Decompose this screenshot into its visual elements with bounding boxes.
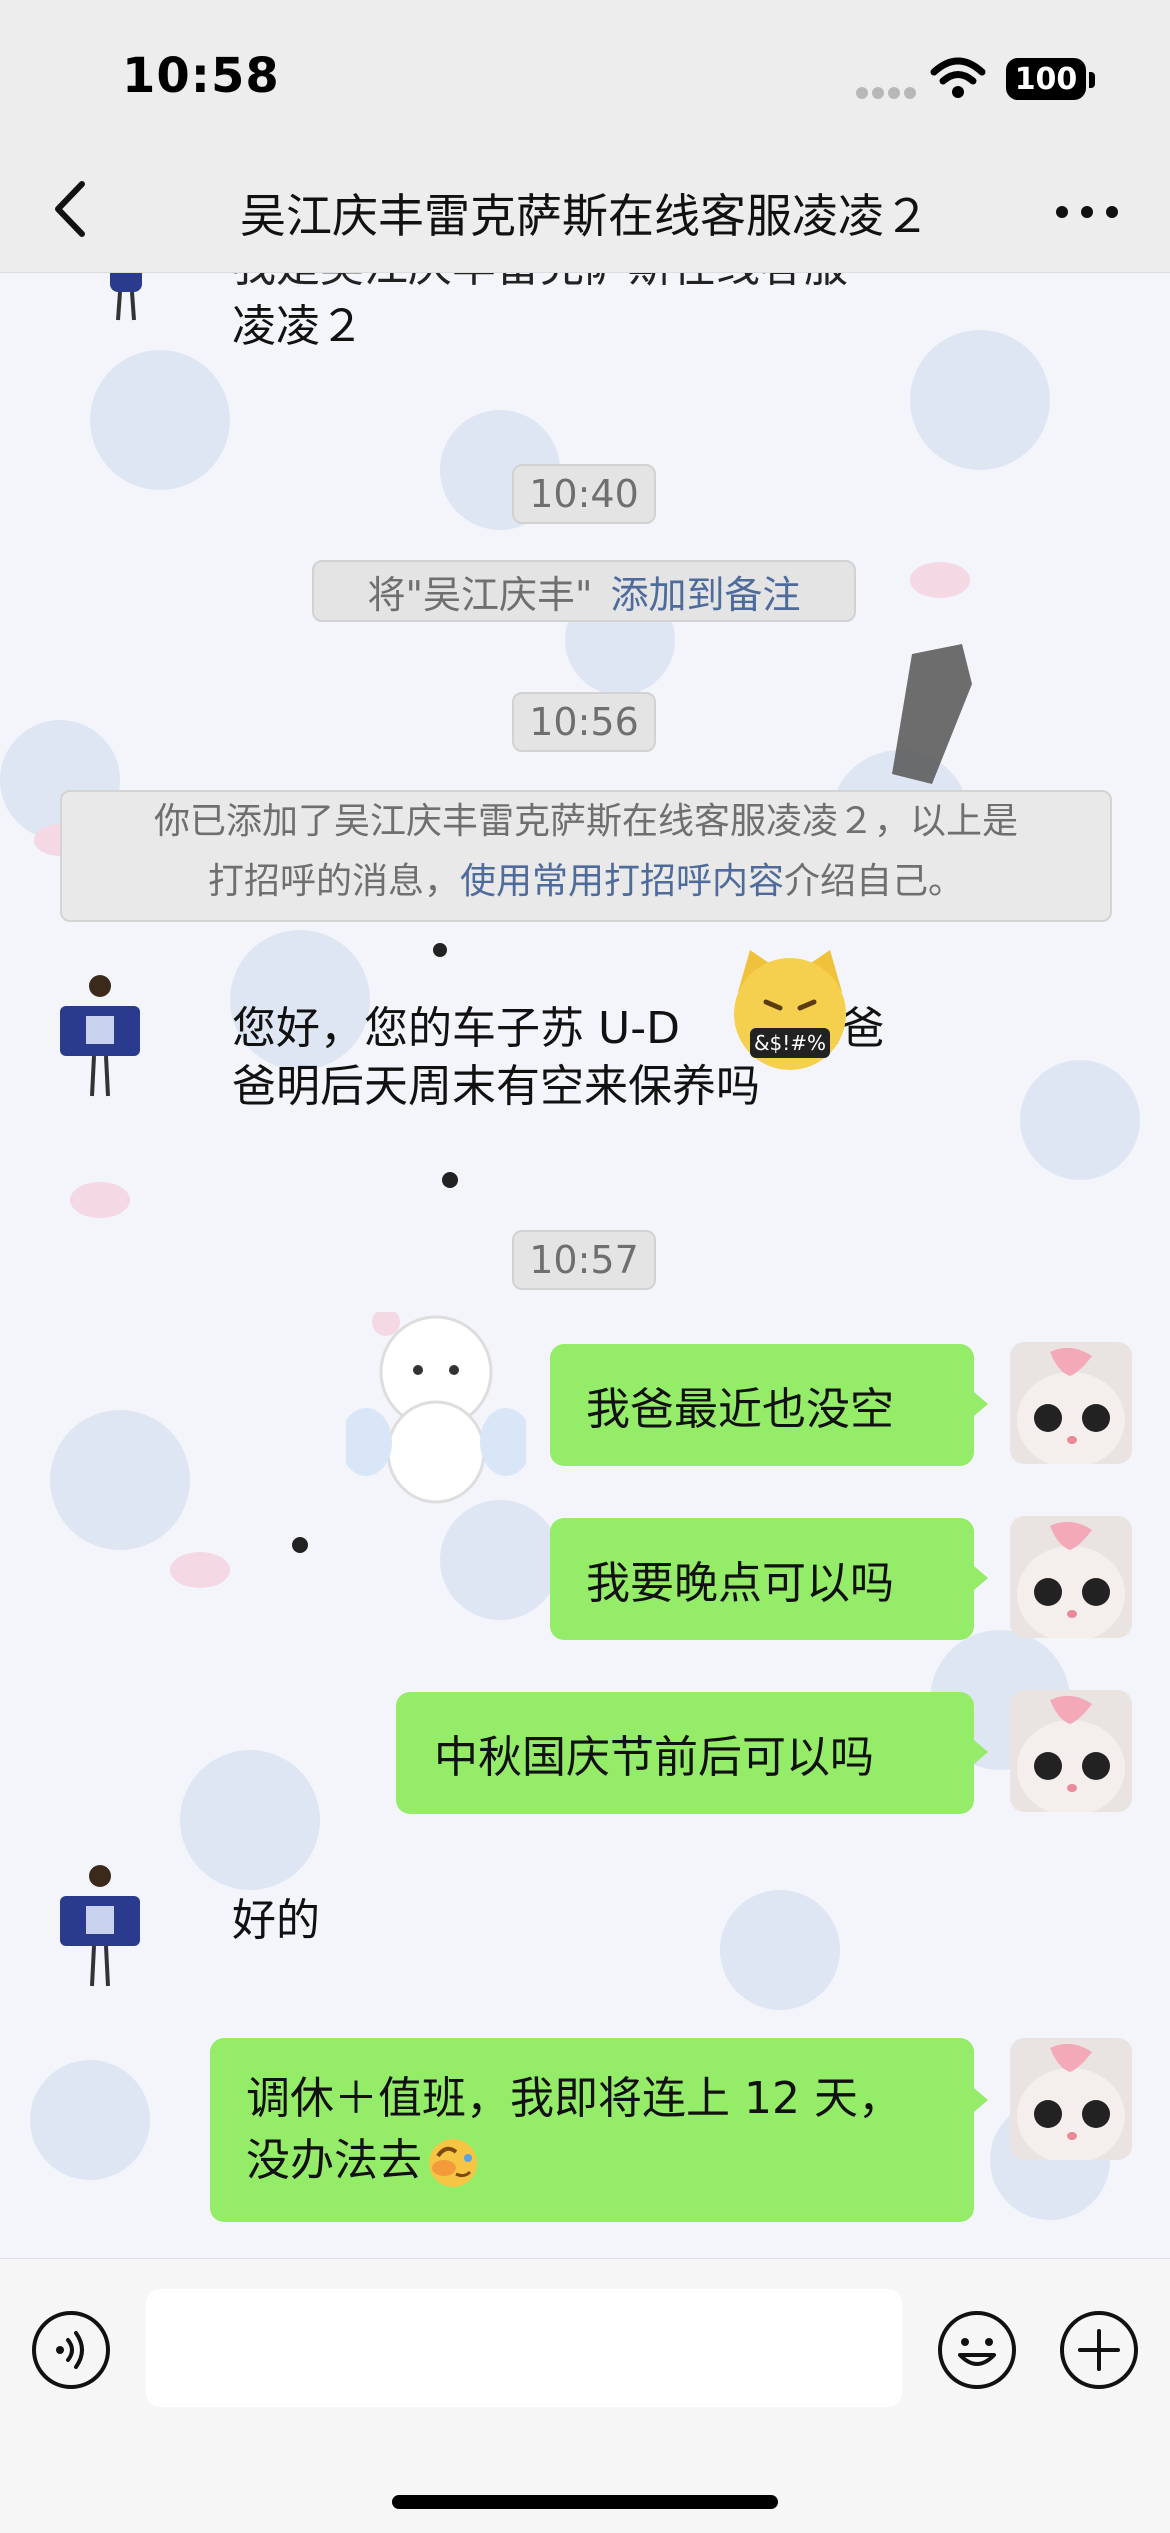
- battery-tip: [1089, 72, 1095, 88]
- notice-prefix: 打招呼的消息，: [207, 861, 460, 902]
- wifi-icon: [930, 57, 986, 98]
- agent-avatar[interactable]: [80, 272, 172, 324]
- sticker-text: &$!#%: [754, 1031, 826, 1055]
- message-list[interactable]: 我是吴江庆丰雷克萨斯在线客服 凌凌２ 10:40 将"吴江庆丰" 添加到备注 1…: [0, 272, 1170, 2258]
- notice-line-2: 打招呼的消息，使用常用打招呼内容介绍自己。: [62, 852, 1110, 912]
- agent-avatar[interactable]: [60, 1862, 140, 1992]
- my-message-text: 我要晚点可以吗: [586, 1558, 894, 1609]
- notice-line-1: 你已添加了吴江庆丰雷克萨斯在线客服凌凌２，以上是: [153, 801, 1018, 842]
- home-indicator: [392, 2495, 778, 2509]
- timestamp: 10:57: [512, 1230, 656, 1290]
- greeting-template-link[interactable]: 使用常用打招呼内容: [460, 861, 784, 902]
- my-message-text: 中秋国庆节前后可以吗: [434, 1732, 874, 1783]
- my-message-bubble[interactable]: 调休＋值班，我即将连上 12 天， 没办法去: [210, 2038, 974, 2222]
- agent-message-line-1: 您好，您的车子苏 U-D: [232, 1003, 680, 1054]
- my-message-line-1: 调休＋值班，我即将连上 12 天，: [246, 2073, 902, 2124]
- my-message-line-2: 没办法去: [246, 2130, 902, 2192]
- chat-title: 吴江庆丰雷克萨斯在线客服凌凌２: [240, 189, 930, 243]
- my-message-bubble[interactable]: 我要晚点可以吗: [550, 1518, 974, 1640]
- agent-reply: 好的: [232, 1895, 320, 1946]
- signal-icon: [856, 87, 916, 99]
- bubble-arrow: [974, 1566, 988, 1590]
- more-icon[interactable]: [1052, 202, 1122, 222]
- my-message-bubble[interactable]: 中秋国庆节前后可以吗: [396, 1692, 974, 1814]
- remark-suggestion: 将"吴江庆丰" 添加到备注: [312, 560, 856, 622]
- my-message-text: 我爸最近也没空: [586, 1384, 894, 1435]
- timestamp: 10:40: [512, 464, 656, 524]
- agent-intro-partial: 我是吴江庆丰雷克萨斯在线客服: [232, 272, 848, 296]
- facepalm-emoji-icon: [429, 2139, 477, 2187]
- timestamp: 10:56: [512, 692, 656, 752]
- emoji-icon[interactable]: [936, 2309, 1018, 2391]
- battery-indicator: 100: [1006, 58, 1086, 100]
- system-notice: 你已添加了吴江庆丰雷克萨斯在线客服凌凌２，以上是 打招呼的消息，使用常用打招呼内…: [60, 790, 1112, 922]
- bubble-arrow: [974, 2088, 988, 2112]
- my-message-line-2-text: 没办法去: [246, 2135, 422, 2186]
- message-input[interactable]: [146, 2289, 902, 2407]
- agent-avatar[interactable]: [60, 972, 140, 1102]
- sticker-remnant: [892, 644, 972, 784]
- my-avatar[interactable]: [1010, 1516, 1132, 1638]
- chat-header: 吴江庆丰雷克萨斯在线客服凌凌２: [0, 150, 1170, 273]
- agent-intro-end: 凌凌２: [232, 301, 364, 352]
- notice-suffix: 介绍自己。: [784, 861, 965, 902]
- status-bar: 10:58 100: [0, 0, 1170, 150]
- bubble-arrow: [974, 1392, 988, 1416]
- my-avatar[interactable]: [1010, 2038, 1132, 2160]
- wallpaper-kitten: [346, 1312, 526, 1504]
- input-bar: [0, 2258, 1170, 2533]
- voice-icon[interactable]: [30, 2309, 112, 2391]
- remark-prefix: 将"吴江庆丰": [367, 572, 593, 617]
- my-message-text: 调休＋值班，我即将连上 12 天， 没办法去: [246, 2068, 902, 2192]
- my-avatar[interactable]: [1010, 1342, 1132, 1464]
- cat-sticker: &$!#%: [734, 950, 846, 1070]
- my-avatar[interactable]: [1010, 1690, 1132, 1812]
- bubble-arrow: [974, 1740, 988, 1764]
- add-remark-link[interactable]: 添加到备注: [610, 564, 800, 619]
- status-time: 10:58: [122, 48, 280, 104]
- my-message-bubble[interactable]: 我爸最近也没空: [550, 1344, 974, 1466]
- agent-message-line-2: 爸明后天周末有空来保养吗: [232, 1061, 760, 1112]
- back-icon[interactable]: [40, 174, 110, 244]
- plus-icon[interactable]: [1058, 2309, 1140, 2391]
